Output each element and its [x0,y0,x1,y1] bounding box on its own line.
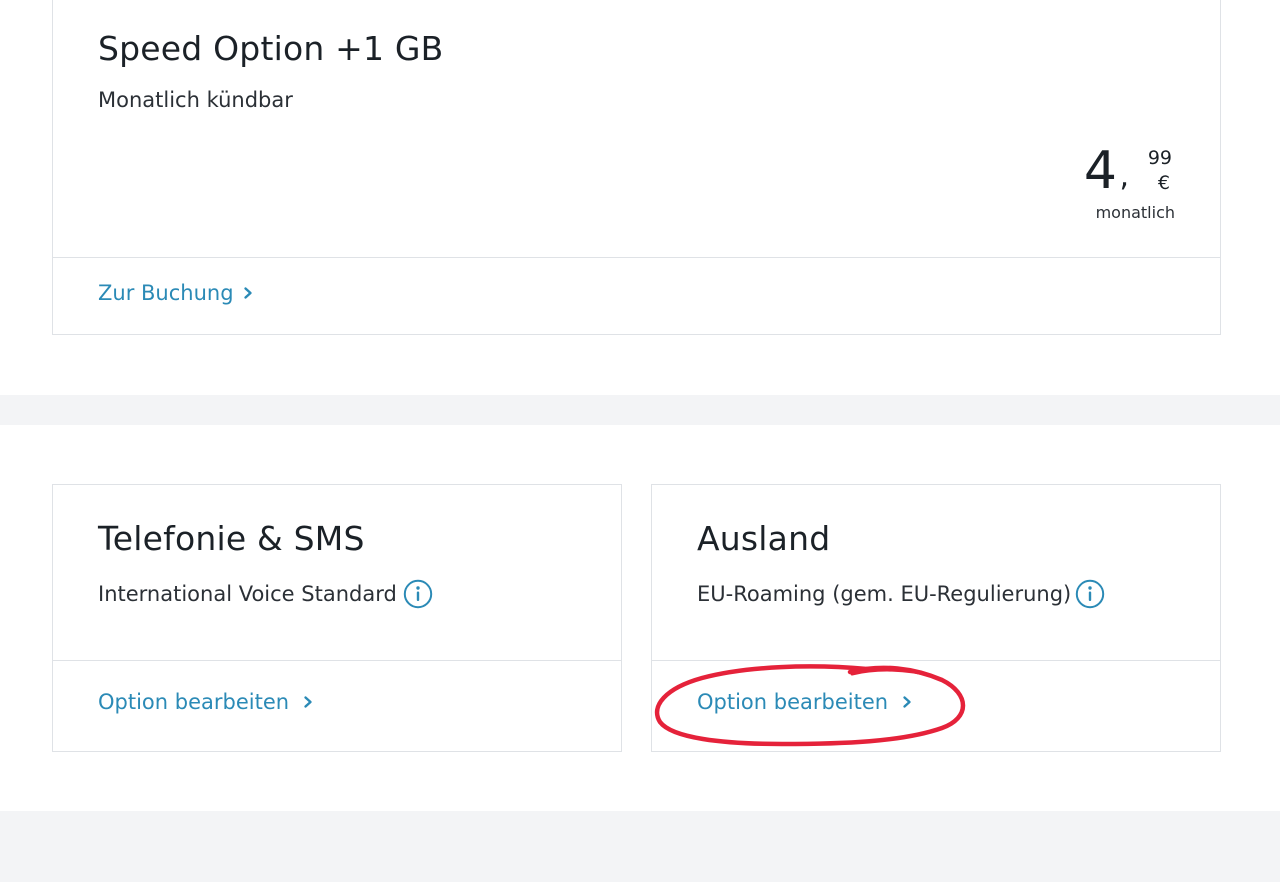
zur-buchung-label: Zur Buchung [98,281,234,305]
price-period: monatlich [1095,203,1175,222]
speed-option-subtitle: Monatlich kündbar [98,88,293,112]
chevron-right-icon [304,696,312,708]
ausland-option-bearbeiten-label: Option bearbeiten [697,690,889,714]
price-cents: 99 [1147,147,1172,169]
speed-option-card: Speed Option +1 GB Monatlich kündbar 4 ,… [52,0,1221,335]
chevron-right-icon [903,696,911,708]
zur-buchung-link[interactable]: Zur Buchung [98,281,255,305]
info-circle-icon[interactable] [403,579,433,609]
telefonie-title: Telefonie & SMS [98,519,365,558]
telefonie-option-bearbeiten-label: Option bearbeiten [98,690,290,714]
chevron-right-icon [243,287,252,299]
speed-option-section: Speed Option +1 GB Monatlich kündbar 4 ,… [0,0,1280,395]
ausland-card: Ausland EU-Roaming (gem. EU-Regulierung)… [651,484,1221,752]
ausland-option-bearbeiten-link[interactable]: Option bearbeiten [697,690,914,714]
bottom-band [0,811,1280,882]
ausland-subtitle-text: EU-Roaming (gem. EU-Regulierung) [697,582,1072,606]
telefonie-subtitle: International Voice Standard [98,579,433,609]
section-divider [0,395,1280,425]
price-display: 4 , 99 € monatlich [1035,139,1175,229]
telefonie-subtitle-text: International Voice Standard [98,582,397,606]
ausland-title: Ausland [697,519,831,558]
telefonie-card: Telefonie & SMS International Voice Stan… [52,484,622,752]
price-separator: , [1119,159,1129,194]
ausland-card-body: Ausland EU-Roaming (gem. EU-Regulierung) [652,485,1220,661]
price-currency: € [1157,172,1170,194]
telefonie-option-bearbeiten-link[interactable]: Option bearbeiten [98,690,315,714]
ausland-subtitle: EU-Roaming (gem. EU-Regulierung) [697,579,1105,609]
speed-option-card-body: Speed Option +1 GB Monatlich kündbar 4 ,… [53,0,1220,258]
info-circle-icon[interactable] [1075,579,1105,609]
speed-option-title: Speed Option +1 GB [98,29,444,68]
price-integer: 4 [1083,141,1117,201]
telefonie-card-body: Telefonie & SMS International Voice Stan… [53,485,621,661]
options-section: Telefonie & SMS International Voice Stan… [0,425,1280,811]
